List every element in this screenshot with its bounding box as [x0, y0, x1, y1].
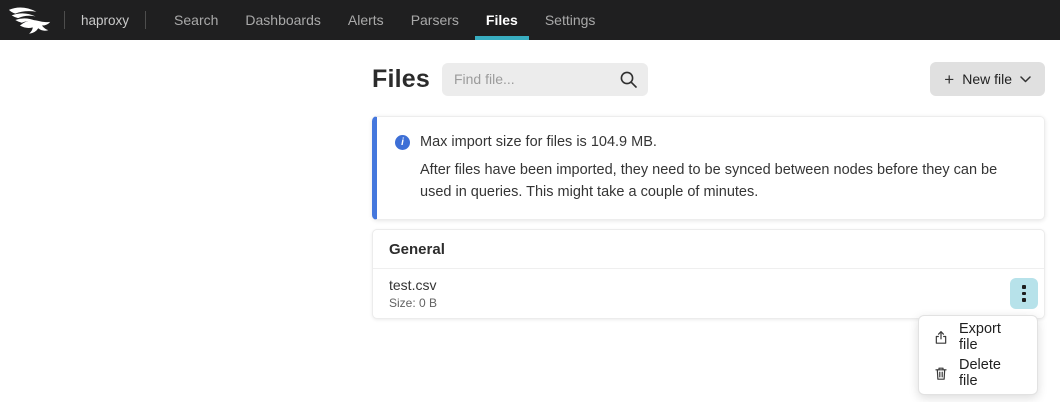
file-search: [442, 63, 648, 96]
nav-items: Search Dashboards Alerts Parsers Files S…: [174, 0, 595, 40]
nav-item-files[interactable]: Files: [486, 0, 518, 40]
falcon-icon: [8, 5, 52, 35]
export-icon: [933, 329, 949, 346]
kebab-icon: [1022, 285, 1026, 289]
file-info: test.csv Size: 0 B: [389, 277, 437, 310]
nav-item-settings[interactable]: Settings: [545, 0, 596, 40]
info-icon: i: [395, 135, 410, 150]
search-input[interactable]: [442, 63, 648, 96]
file-actions-menu-button[interactable]: [1010, 278, 1038, 309]
crowdstrike-falcon-logo-icon[interactable]: [0, 5, 64, 35]
menu-item-label: Delete file: [959, 357, 1023, 389]
delete-icon: [933, 365, 949, 382]
info-callout: i Max import size for files is 104.9 MB.…: [372, 116, 1045, 220]
page-title: Files: [372, 65, 430, 94]
new-file-label: New file: [962, 71, 1012, 87]
max-import-size-text: Max import size for files is 104.9 MB.: [420, 134, 657, 150]
file-size: Size: 0 B: [389, 296, 437, 310]
search-icon: [619, 70, 638, 89]
top-navigation-bar: haproxy Search Dashboards Alerts Parsers…: [0, 0, 1060, 40]
chevron-down-icon: [1020, 76, 1031, 83]
menu-item-delete-file[interactable]: Delete file: [919, 355, 1037, 391]
nav-item-search[interactable]: Search: [174, 0, 218, 40]
file-row[interactable]: test.csv Size: 0 B: [373, 269, 1044, 318]
file-name: test.csv: [389, 277, 437, 293]
sync-notice-text: After files have been imported, they nee…: [420, 159, 1026, 203]
nav-item-parsers[interactable]: Parsers: [411, 0, 459, 40]
repository-name[interactable]: haproxy: [65, 0, 145, 40]
new-file-button[interactable]: + New file: [930, 62, 1045, 96]
nav-item-dashboards[interactable]: Dashboards: [245, 0, 321, 40]
nav-divider: [145, 11, 146, 29]
page-header: Files + New file: [372, 62, 1045, 96]
plus-icon: +: [944, 71, 954, 88]
files-card: General test.csv Size: 0 B: [372, 229, 1045, 319]
menu-item-export-file[interactable]: Export file: [919, 319, 1037, 355]
file-actions-context-menu: Export file Delete file: [918, 315, 1038, 395]
menu-item-label: Export file: [959, 321, 1023, 353]
section-title-general: General: [373, 230, 1044, 269]
nav-item-alerts[interactable]: Alerts: [348, 0, 384, 40]
callout-line1: i Max import size for files is 104.9 MB.: [395, 134, 1020, 150]
